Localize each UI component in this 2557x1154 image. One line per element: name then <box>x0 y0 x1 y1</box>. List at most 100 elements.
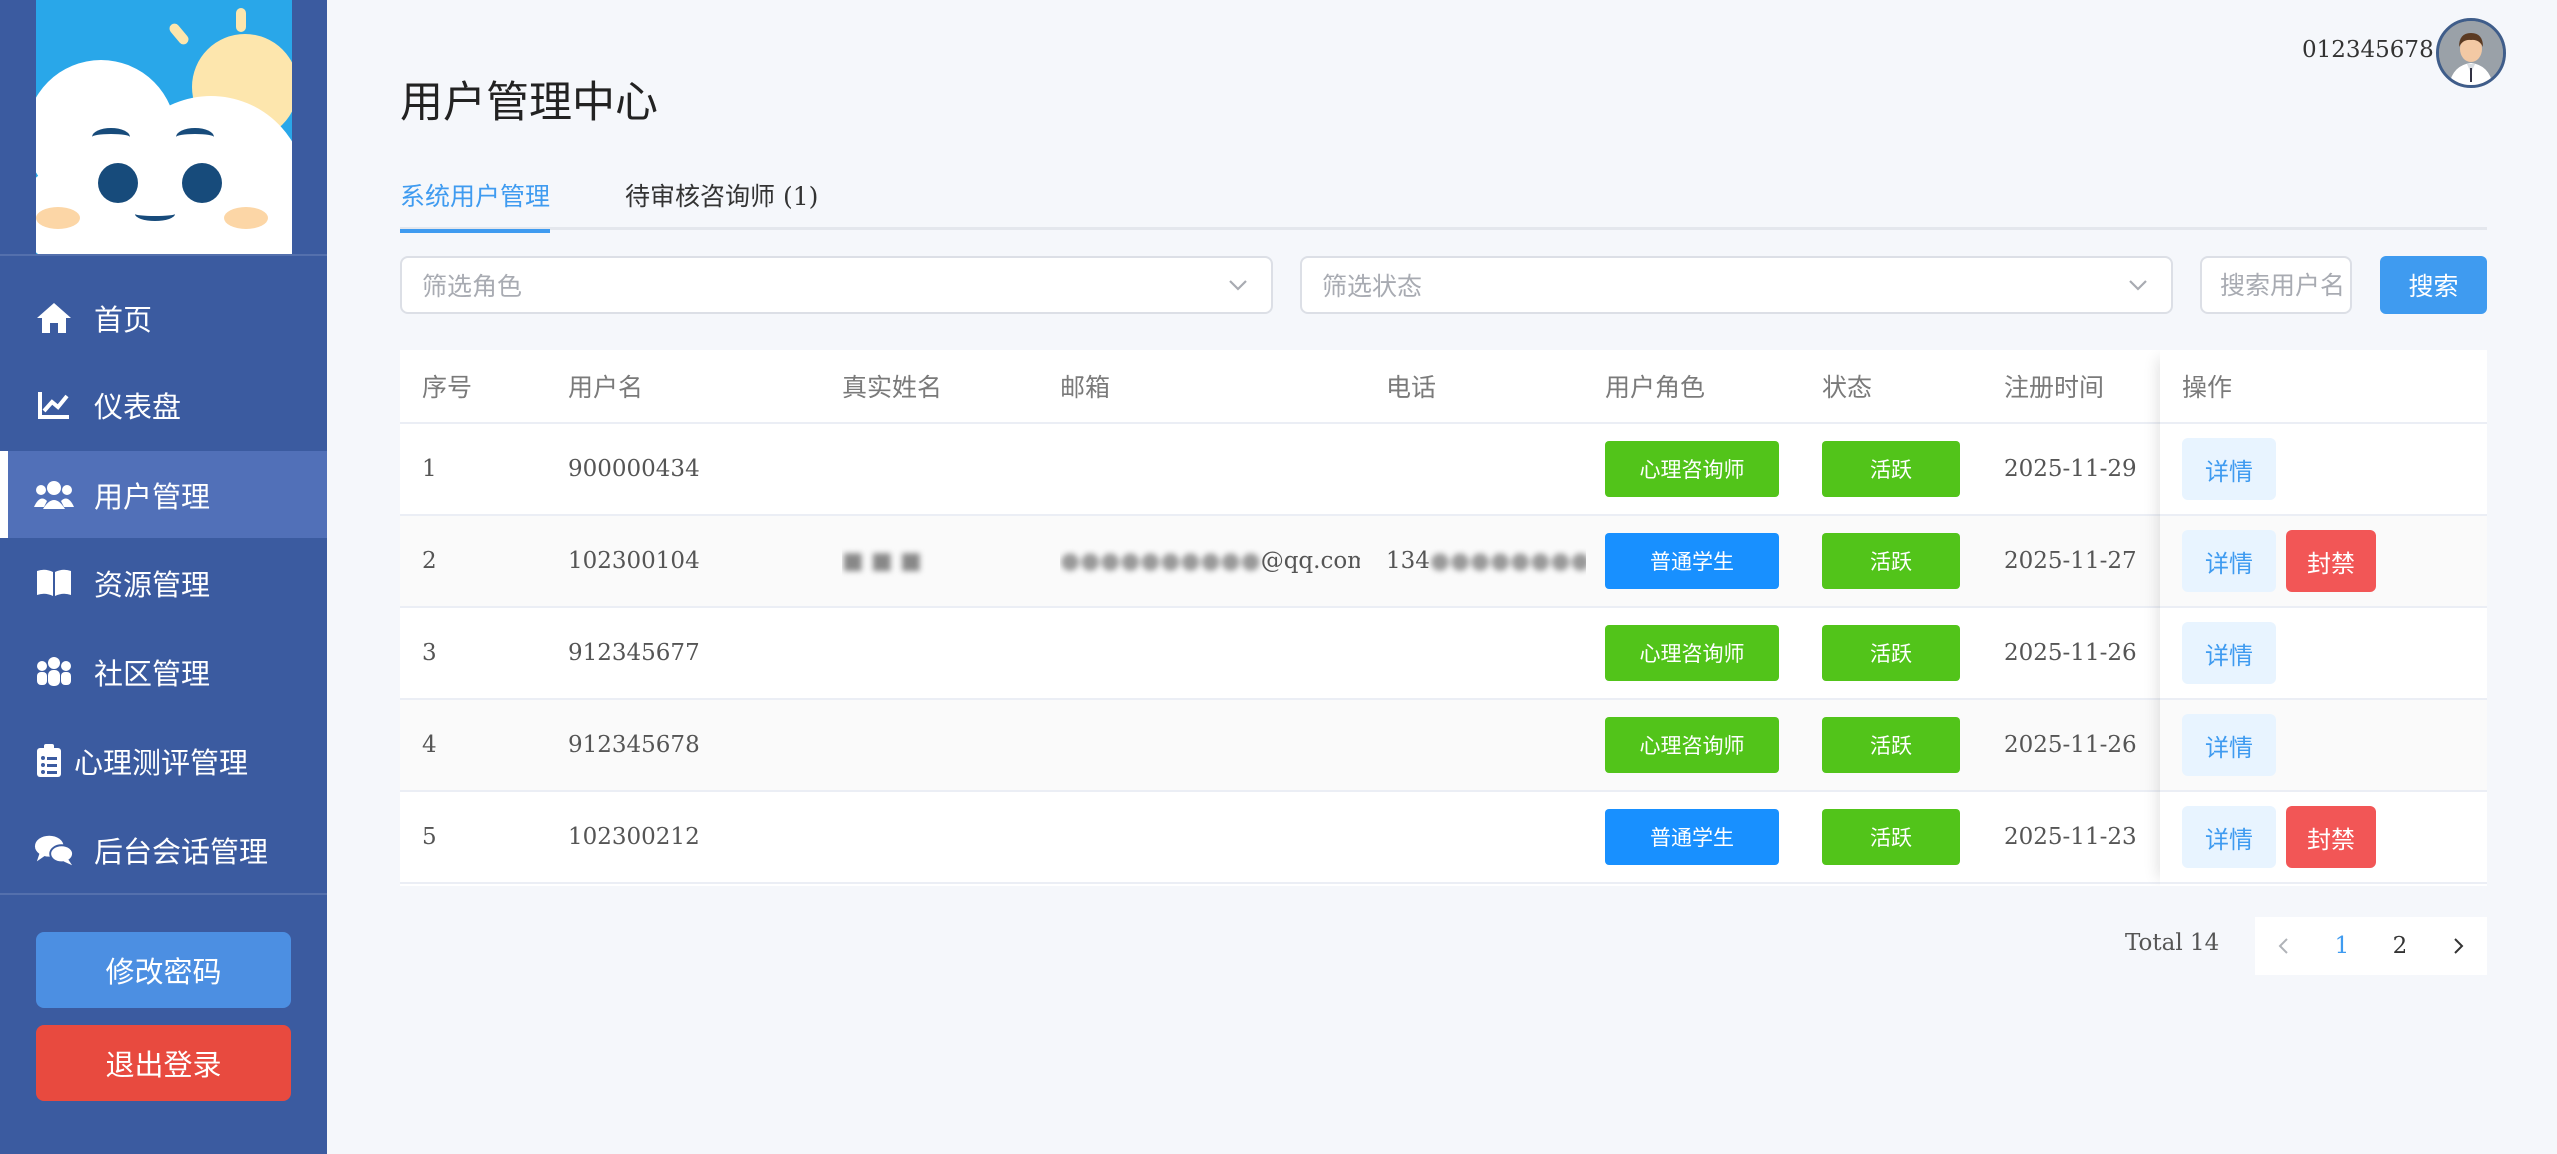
row-status-cell: 活跃 <box>1822 792 1982 882</box>
row-username: 900000434 <box>568 456 700 482</box>
column-header: 真实姓名 <box>842 373 943 402</box>
role-tag: 心理咨询师 <box>1605 717 1779 773</box>
book-icon <box>34 563 74 603</box>
chat-icon <box>34 830 74 870</box>
column-header: 注册时间 <box>2004 373 2105 402</box>
nav-item-users[interactable]: 用户管理 <box>0 451 327 538</box>
search-button[interactable]: 搜索 <box>2380 256 2487 314</box>
nav-item-community[interactable]: 社区管理 <box>0 628 327 715</box>
nav-item-resources[interactable]: 资源管理 <box>0 539 327 626</box>
row-phone-visible: 134 <box>1386 548 1430 574</box>
app-logo <box>36 0 292 254</box>
tab-pending-counselors[interactable]: 待审核咨询师 (1) <box>625 177 818 230</box>
row-actions: 详情 <box>2160 608 2487 700</box>
nav-label: 仪表盘 <box>94 389 182 424</box>
row-actions: 详情 封禁 <box>2160 792 2487 884</box>
chart-line-icon <box>34 385 74 425</box>
row-index: 3 <box>422 640 437 666</box>
nav-item-assessment[interactable]: 心理测评管理 <box>0 717 327 804</box>
chevron-left-icon <box>2278 938 2288 954</box>
avatar[interactable] <box>2436 18 2506 88</box>
role-tag: 心理咨询师 <box>1605 625 1779 681</box>
column-header: 操作 <box>2160 350 2487 424</box>
row-register-time: 2025-11-26 19 <box>2004 732 2140 758</box>
logout-button[interactable]: 退出登录 <box>36 1025 291 1101</box>
row-register-time: 2025-11-26 19 <box>2004 640 2140 666</box>
user-id: 012345678 <box>2302 37 2434 63</box>
row-username: 102300212 <box>568 824 700 850</box>
role-filter-select[interactable]: 筛选角色 <box>400 256 1273 314</box>
column-header: 邮箱 <box>1060 373 1111 402</box>
role-filter-placeholder: 筛选角色 <box>422 272 523 301</box>
nav-label: 心理测评管理 <box>74 745 249 780</box>
ban-button[interactable]: 封禁 <box>2286 530 2376 592</box>
status-tag: 活跃 <box>1822 717 1960 773</box>
row-status-cell: 活跃 <box>1822 516 1982 606</box>
sidebar-divider <box>0 254 327 256</box>
row-role-cell: 心理咨询师 <box>1605 700 1805 790</box>
next-page-button[interactable] <box>2429 917 2487 975</box>
row-register-time: 2025-11-27 06 <box>2004 548 2140 574</box>
row-index: 1 <box>422 456 437 482</box>
role-tag: 普通学生 <box>1605 533 1779 589</box>
role-tag: 普通学生 <box>1605 809 1779 865</box>
nav-label: 社区管理 <box>94 656 211 691</box>
chevron-right-icon <box>2454 938 2464 954</box>
users-icon <box>34 475 74 515</box>
clipboard-icon <box>34 741 64 781</box>
detail-button[interactable]: 详情 <box>2182 714 2276 776</box>
row-role-cell: 普通学生 <box>1605 792 1805 882</box>
row-actions: 详情 封禁 <box>2160 516 2487 608</box>
row-phone: 134 ●●●●●●●● <box>1386 548 1586 574</box>
tab-bar: 系统用户管理 待审核咨询师 (1) <box>400 172 2487 233</box>
status-tag: 活跃 <box>1822 625 1960 681</box>
detail-button[interactable]: 详情 <box>2182 806 2276 868</box>
row-register-time: 2025-11-23 17 <box>2004 824 2140 850</box>
column-header: 状态 <box>1822 373 1873 402</box>
operations-column: 操作 详情 详情 封禁 详情 详情 详情 封禁 <box>2160 350 2487 886</box>
status-filter-select[interactable]: 筛选状态 <box>1300 256 2173 314</box>
page-button-1[interactable]: 1 <box>2313 917 2371 975</box>
change-password-button[interactable]: 修改密码 <box>36 932 291 1008</box>
row-status-cell: 活跃 <box>1822 424 1982 514</box>
row-username: 912345677 <box>568 640 700 666</box>
page-button-2[interactable]: 2 <box>2371 917 2429 975</box>
status-tag: 活跃 <box>1822 441 1960 497</box>
status-tag: 活跃 <box>1822 809 1960 865</box>
row-realname-redacted: ■ ■ ■ <box>842 548 922 574</box>
status-tag: 活跃 <box>1822 533 1960 589</box>
row-role-cell: 心理咨询师 <box>1605 424 1805 514</box>
tab-system-users[interactable]: 系统用户管理 <box>400 177 551 233</box>
row-email: ●●●●●●●●●● @qq.com <box>1060 516 1360 606</box>
column-header: 电话 <box>1386 373 1437 402</box>
community-icon <box>34 652 74 692</box>
chevron-down-icon <box>1229 280 1247 291</box>
detail-button[interactable]: 详情 <box>2182 622 2276 684</box>
role-tag: 心理咨询师 <box>1605 441 1779 497</box>
nav-label: 首页 <box>94 302 153 337</box>
row-role-cell: 心理咨询师 <box>1605 608 1805 698</box>
status-filter-placeholder: 筛选状态 <box>1322 272 1423 301</box>
nav-item-home[interactable]: 首页 <box>0 274 327 361</box>
nav-item-dashboard[interactable]: 仪表盘 <box>0 361 327 448</box>
column-header: 序号 <box>422 373 473 402</box>
detail-button[interactable]: 详情 <box>2182 438 2276 500</box>
row-status-cell: 活跃 <box>1822 608 1982 698</box>
row-email-visible: @qq.com <box>1260 548 1360 574</box>
detail-button[interactable]: 详情 <box>2182 530 2276 592</box>
pagination: 1 2 <box>2255 917 2487 975</box>
prev-page-button[interactable] <box>2255 917 2313 975</box>
nav-item-sessions[interactable]: 后台会话管理 <box>0 806 327 893</box>
sidebar-divider <box>0 893 327 895</box>
nav-label: 后台会话管理 <box>94 834 269 869</box>
search-input[interactable] <box>2200 256 2352 314</box>
nav-label: 用户管理 <box>94 479 211 514</box>
row-status-cell: 活跃 <box>1822 700 1982 790</box>
row-register-time: 2025-11-29 22 <box>2004 456 2140 482</box>
row-index: 4 <box>422 732 437 758</box>
home-icon <box>34 298 74 338</box>
sidebar: 首页 仪表盘 用户管理 资源管理 社区管理 心理测评管理 后台会话管理 修改密码… <box>0 0 327 1154</box>
row-index: 2 <box>422 548 437 574</box>
row-username: 912345678 <box>568 732 700 758</box>
ban-button[interactable]: 封禁 <box>2286 806 2376 868</box>
